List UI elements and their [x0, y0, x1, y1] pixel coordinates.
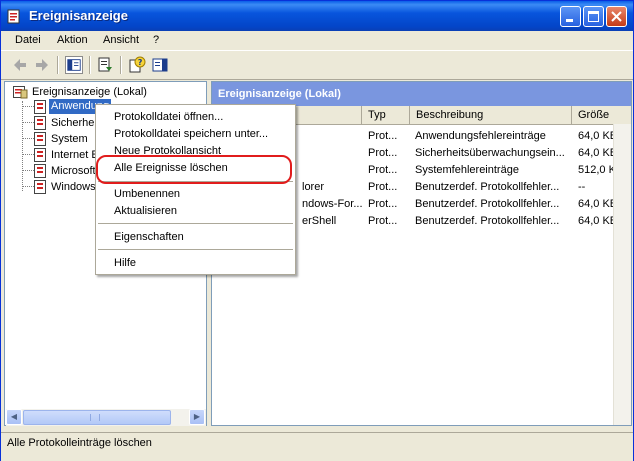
cell-name: erShell	[302, 215, 337, 227]
log-icon	[34, 116, 46, 130]
tree-item-label: Windows	[51, 181, 96, 193]
highlight-annotation	[96, 155, 292, 184]
menu-item-aktualisieren[interactable]: Aktualisieren	[114, 203, 177, 219]
tree-connector	[22, 106, 34, 107]
cell-beschreibung: Anwendungsfehlereinträge	[415, 130, 546, 142]
detail-vertical-scrollbar[interactable]	[613, 124, 631, 425]
close-icon	[611, 11, 622, 22]
cell-beschreibung: Benutzerdef. Protokollfehler...	[415, 181, 560, 193]
cell-groesse: --	[578, 181, 586, 193]
tree-root-label: Ereignisanzeige (Lokal)	[32, 86, 147, 98]
help-icon[interactable]: ?	[128, 56, 146, 74]
menu-item-eigenschaften[interactable]: Eigenschaften	[114, 229, 184, 245]
menu-help[interactable]: ?	[153, 34, 159, 46]
menu-separator	[98, 249, 293, 250]
tree-item-label: Internet E	[51, 149, 99, 161]
detail-header: Ereignisanzeige (Lokal)	[212, 82, 631, 106]
status-text: Alle Protokolleinträge löschen	[7, 437, 152, 449]
menu-aktion[interactable]: Aktion	[57, 34, 88, 46]
chevron-left-icon: ◀	[10, 412, 18, 421]
close-button[interactable]	[606, 6, 627, 27]
minimize-icon	[566, 19, 573, 22]
cell-beschreibung: Sicherheitsüberwachungsein...	[415, 147, 565, 159]
cell-typ: Prot...	[368, 198, 398, 210]
minimize-button[interactable]	[560, 6, 581, 27]
tree-item-label: Sicherheit	[51, 117, 100, 129]
scroll-thumb[interactable]	[23, 410, 171, 425]
menu-ansicht[interactable]: Ansicht	[103, 34, 139, 46]
cell-typ: Prot...	[368, 181, 398, 193]
menu-item-protokolldatei-speichern[interactable]: Protokolldatei speichern unter...	[114, 126, 268, 142]
show-hide-action-pane-icon[interactable]	[151, 56, 169, 74]
cell-beschreibung: Benutzerdef. Protokollfehler...	[415, 198, 560, 210]
maximize-button[interactable]	[583, 6, 604, 27]
export-list-icon[interactable]	[96, 56, 114, 74]
grip-icon	[90, 414, 100, 421]
cell-groesse: 64,0 KB	[578, 130, 618, 142]
toolbar-separator	[120, 56, 122, 74]
menu-item-protokolldatei-oeffnen[interactable]: Protokolldatei öffnen...	[114, 109, 223, 125]
detail-title: Ereignisanzeige (Lokal)	[218, 88, 341, 100]
cell-groesse: 64,0 KB	[578, 147, 618, 159]
status-bar: Alle Protokolleinträge löschen	[1, 432, 633, 461]
context-menu: Protokolldatei öffnen... Protokolldatei …	[95, 104, 296, 275]
toolbar-separator	[57, 56, 59, 74]
toolbar: ?	[1, 51, 633, 80]
tree-connector	[22, 101, 23, 191]
toolbar-separator	[89, 56, 91, 74]
menu-separator	[98, 223, 293, 224]
event-viewer-icon	[13, 86, 28, 99]
log-icon	[34, 164, 46, 178]
cell-name: ndows-For...	[302, 198, 363, 210]
log-icon	[34, 100, 46, 114]
cell-beschreibung: Benutzerdef. Protokollfehler...	[415, 215, 560, 227]
svg-text:?: ?	[138, 58, 143, 67]
tree-item-label: System	[51, 133, 88, 145]
tree-item-label: Microsoft	[51, 165, 96, 177]
menu-bar: Datei Aktion Ansicht ?	[1, 31, 633, 51]
tree-connector	[22, 138, 34, 139]
tree-connector	[22, 170, 34, 171]
column-header-groesse[interactable]: Größe	[572, 106, 631, 124]
cell-groesse: 64,0 KB	[578, 198, 618, 210]
cell-groesse: 64,0 KB	[578, 215, 618, 227]
event-viewer-icon	[7, 9, 20, 24]
tree-connector	[22, 186, 34, 187]
menu-item-hilfe[interactable]: Hilfe	[114, 255, 136, 271]
cell-typ: Prot...	[368, 147, 398, 159]
back-arrow-icon[interactable]	[11, 56, 29, 74]
cell-typ: Prot...	[368, 164, 398, 176]
cell-beschreibung: Systemfehlereinträge	[415, 164, 519, 176]
cell-typ: Prot...	[368, 130, 398, 142]
column-header-beschreibung[interactable]: Beschreibung	[410, 106, 572, 124]
scroll-left-button[interactable]: ◀	[6, 409, 22, 425]
column-header-typ[interactable]: Typ	[362, 106, 410, 124]
cell-name: lorer	[302, 181, 325, 193]
menu-datei[interactable]: Datei	[15, 34, 41, 46]
scroll-right-button[interactable]: ▶	[189, 409, 205, 425]
window-title: Ereignisanzeige	[29, 8, 128, 23]
log-icon	[34, 180, 46, 194]
tree-connector	[22, 154, 34, 155]
maximize-icon	[588, 11, 599, 22]
cell-typ: Prot...	[368, 215, 398, 227]
log-icon	[34, 148, 46, 162]
title-bar[interactable]: Ereignisanzeige	[1, 1, 633, 31]
chevron-right-icon: ▶	[193, 412, 201, 421]
show-hide-tree-icon[interactable]	[65, 56, 83, 74]
tree-horizontal-scrollbar[interactable]: ◀ ▶	[6, 409, 206, 426]
menu-item-umbenennen[interactable]: Umbenennen	[114, 186, 180, 202]
forward-arrow-icon[interactable]	[33, 56, 51, 74]
tree-connector	[22, 122, 34, 123]
log-icon	[34, 132, 46, 146]
